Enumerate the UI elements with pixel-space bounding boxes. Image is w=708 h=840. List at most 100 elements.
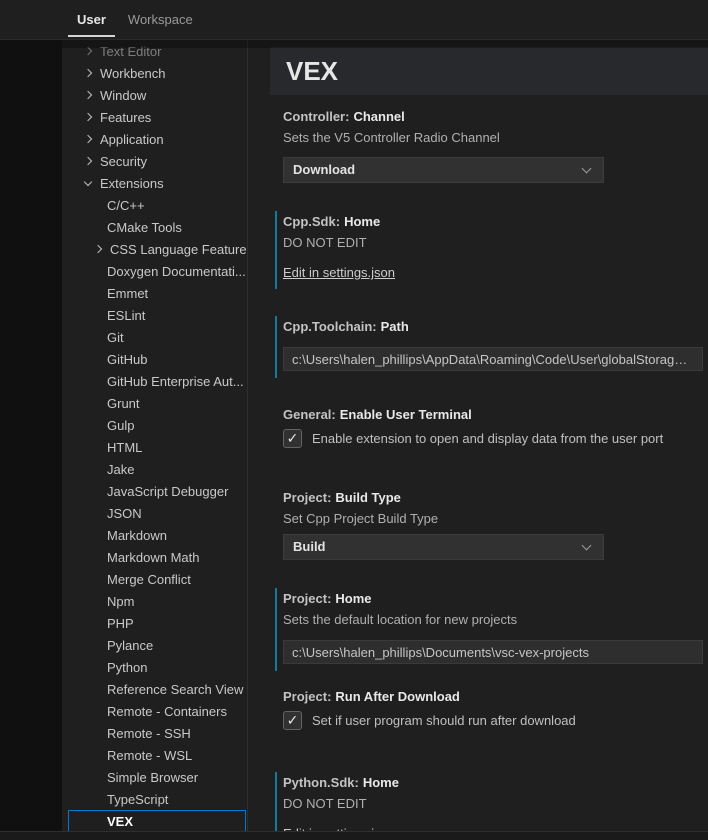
chevron-right-icon [94,245,102,253]
toc-item-merge-conflict[interactable]: Merge Conflict [68,568,246,590]
toc-item-label: Application [100,132,164,147]
settings-body: VEX Controller:Channel Sets the V5 Contr… [248,40,708,831]
toc-item-label: Remote - WSL [107,748,192,763]
toc-item-label: Doxygen Documentati... [107,264,246,279]
toc-item-features[interactable]: Features [68,106,246,128]
toc-item-label: Security [100,154,147,169]
toc-item-cmake-tools[interactable]: CMake Tools [68,216,246,238]
setting-cpp-sdk-home: Cpp.Sdk:Home DO NOT EDIT Edit in setting… [283,213,703,282]
toc-item-python[interactable]: Python [68,656,246,678]
toc-item-npm[interactable]: Npm [68,590,246,612]
setting-description: Sets the V5 Controller Radio Channel [283,129,703,147]
chevron-down-icon [84,177,92,185]
setting-name: Home [344,214,380,229]
toc-content-divider [247,40,248,831]
toc-item-label: JSON [107,506,142,521]
toc-item-workbench[interactable]: Workbench [68,62,246,84]
toc-item-label: CSS Language Features [110,242,247,257]
setting-label: Python.Sdk:Home [283,774,703,792]
toc-item-window[interactable]: Window [68,84,246,106]
toc-item-emmet[interactable]: Emmet [68,282,246,304]
toc-item-html[interactable]: HTML [68,436,246,458]
checkmark-icon: ✓ [287,432,299,446]
select-value: Build [284,535,603,559]
setting-label: Cpp.Toolchain:Path [283,318,703,336]
toc-item-label: CMake Tools [107,220,182,235]
toc-item-label: TypeScript [107,792,168,807]
toc-item-vex[interactable]: VEX [68,810,246,831]
toc-item-remote-wsl[interactable]: Remote - WSL [68,744,246,766]
controller-channel-select[interactable]: Download [283,157,604,183]
setting-name: Build Type [335,490,400,505]
setting-description: DO NOT EDIT [283,795,703,813]
toc-item-simple-browser[interactable]: Simple Browser [68,766,246,788]
toc-item-typescript[interactable]: TypeScript [68,788,246,810]
toc-item-label: Pylance [107,638,153,653]
toc-item-remote-ssh[interactable]: Remote - SSH [68,722,246,744]
toc-item-label: Simple Browser [107,770,198,785]
toc-item-gulp[interactable]: Gulp [68,414,246,436]
toc-item-pylance[interactable]: Pylance [68,634,246,656]
toc-item-label: GitHub Enterprise Aut... [107,374,244,389]
toc-item-extensions[interactable]: Extensions [68,172,246,194]
toc-item-github[interactable]: GitHub [68,348,246,370]
setting-python-sdk-home: Python.Sdk:Home DO NOT EDIT Edit in sett… [283,774,703,831]
project-home-input[interactable] [283,640,703,664]
toc-item-c-c[interactable]: C/C++ [68,194,246,216]
cpp-toolchain-path-input[interactable] [283,347,703,371]
toc-item-label: Python [107,660,147,675]
setting-name: Enable User Terminal [340,407,472,422]
toc-item-github-enterprise-aut[interactable]: GitHub Enterprise Aut... [68,370,246,392]
chevron-right-icon [84,47,92,55]
toc-item-markdown[interactable]: Markdown [68,524,246,546]
project-build-type-select[interactable]: Build [283,534,604,560]
enable-user-terminal-checkbox[interactable]: ✓ [283,429,302,448]
toc-item-label: JavaScript Debugger [107,484,228,499]
setting-label: Project:Run After Download [283,688,703,706]
toc-item-label: Git [107,330,124,345]
toc-item-git[interactable]: Git [68,326,246,348]
toc-item-label: Markdown Math [107,550,199,565]
toc-item-label: Gulp [107,418,134,433]
toc-item-remote-containers[interactable]: Remote - Containers [68,700,246,722]
toc-list: Text EditorWorkbench Window Features Applic… [62,40,247,831]
toc-item-javascript-debugger[interactable]: JavaScript Debugger [68,480,246,502]
setting-general-enable-user-terminal: General:Enable User Terminal ✓ Enable ex… [283,406,703,448]
toc-item-css-language-features[interactable]: CSS Language Features [68,238,246,260]
setting-label: Project:Home [283,590,703,608]
setting-name: Home [335,591,371,606]
settings-editor: User Workspace Text EditorWorkbench Windo… [0,0,708,840]
toc-item-reference-search-view[interactable]: Reference Search View [68,678,246,700]
toc-item-doxygen-documentati[interactable]: Doxygen Documentati... [68,260,246,282]
checkbox-label: Enable extension to open and display dat… [312,431,663,446]
tab-user[interactable]: User [68,0,115,39]
toc-item-label: Remote - Containers [107,704,227,719]
toc-item-jake[interactable]: Jake [68,458,246,480]
toc-item-php[interactable]: PHP [68,612,246,634]
edit-in-settings-json-link[interactable]: Edit in settings.json [283,265,395,280]
toc-item-eslint[interactable]: ESLint [68,304,246,326]
toc-item-markdown-math[interactable]: Markdown Math [68,546,246,568]
editor-bottom-edge [0,831,708,840]
toc-item-label: Features [100,110,151,125]
run-after-download-checkbox[interactable]: ✓ [283,711,302,730]
toc-item-json[interactable]: JSON [68,502,246,524]
setting-category: Project: [283,490,331,505]
toc-item-label: Jake [107,462,134,477]
toc-item-security[interactable]: Security [68,150,246,172]
page-title: VEX [270,47,708,95]
toc-item-label: HTML [107,440,142,455]
settings-toc[interactable]: Text EditorWorkbench Window Features Applic… [62,40,247,831]
toc-item-grunt[interactable]: Grunt [68,392,246,414]
tab-workspace[interactable]: Workspace [119,0,202,39]
setting-category: Project: [283,689,331,704]
setting-label: Project: Build Type [283,489,703,507]
toc-item-label: Window [100,88,146,103]
tab-workspace-label: Workspace [128,12,193,27]
toc-item-text-editor[interactable]: Text Editor [68,40,246,62]
toc-item-label: Reference Search View [107,682,243,697]
toc-item-application[interactable]: Application [68,128,246,150]
toc-item-label: VEX [107,814,133,829]
chevron-right-icon [84,113,92,121]
setting-description: DO NOT EDIT [283,234,703,252]
